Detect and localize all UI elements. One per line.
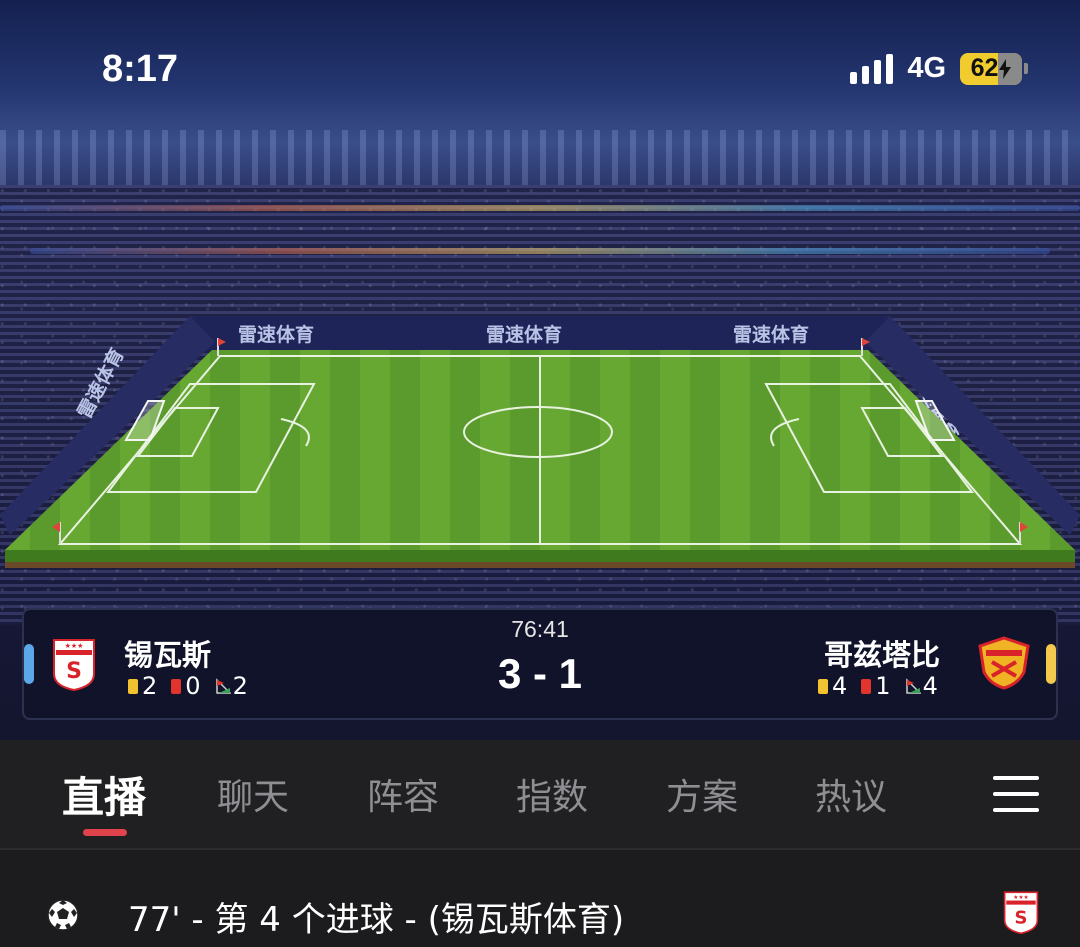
grass-edge — [5, 550, 1075, 562]
svg-text:★★★: ★★★ — [65, 642, 84, 650]
home-red-count: 0 — [185, 672, 201, 700]
home-team-stats: 2 0 2 — [128, 672, 248, 700]
pitch — [0, 300, 1080, 580]
svg-text:★★★: ★★★ — [1013, 894, 1028, 901]
tab-chat[interactable]: 聊天 — [217, 768, 289, 820]
away-team-badge-icon — [978, 636, 1030, 690]
event-text: 77' - 第 4 个进球 - (锡瓦斯体育) — [128, 900, 625, 940]
corner-flag-icon — [215, 678, 231, 694]
away-red-count: 1 — [875, 672, 891, 700]
battery-level: 62 — [970, 54, 999, 82]
tab-discussion[interactable]: 热议 — [815, 768, 887, 820]
home-corner-count: 2 — [232, 672, 248, 700]
event-team-badge-icon: ★★★ S — [1003, 891, 1039, 935]
match-clock: 76:41 — [511, 616, 569, 642]
svg-text:S: S — [1015, 907, 1028, 928]
svg-text:S: S — [66, 659, 82, 684]
grass-soil — [5, 562, 1075, 568]
charging-bolt-icon — [999, 58, 1012, 79]
status-indicators: 4G 62 — [850, 52, 1028, 85]
menu-icon[interactable] — [993, 776, 1039, 812]
tab-plans[interactable]: 方案 — [666, 768, 738, 820]
active-tab-indicator — [83, 829, 127, 836]
match-score: 3 - 1 — [497, 650, 583, 697]
stadium-lights — [0, 130, 1080, 190]
red-card-icon — [171, 678, 182, 694]
away-team-name: 哥兹塔比 — [824, 638, 941, 672]
away-yellow-count: 4 — [832, 672, 848, 700]
pitch-diagram — [0, 316, 1080, 568]
yellow-card-icon — [128, 678, 138, 694]
home-team-name: 锡瓦斯 — [124, 638, 212, 672]
network-type: 4G — [907, 52, 946, 84]
away-corner-count: 4 — [922, 672, 938, 700]
tier-line — [0, 205, 1080, 211]
battery-icon: 62 — [960, 52, 1028, 85]
tier-line — [30, 248, 1050, 254]
home-yellow-count: 2 — [142, 672, 158, 700]
home-color-bar — [24, 644, 34, 684]
tab-lineup[interactable]: 阵容 — [367, 768, 439, 820]
soccer-ball-icon — [47, 899, 79, 931]
home-team-badge-icon: ★★★ S — [53, 639, 95, 692]
yellow-card-icon — [818, 678, 828, 694]
status-time: 8:17 — [102, 48, 179, 90]
tab-live[interactable]: 直播 — [62, 764, 146, 825]
away-color-bar — [1046, 644, 1056, 684]
tab-odds[interactable]: 指数 — [516, 768, 588, 820]
red-card-icon — [861, 678, 872, 694]
signal-icon — [850, 53, 894, 84]
match-live-screen: 雷速体育 雷速体育 雷速体育 雷速体育 雷速体育 — [0, 0, 1080, 947]
away-team-stats: 4 1 4 — [818, 672, 938, 700]
corner-flag-icon — [905, 678, 921, 694]
